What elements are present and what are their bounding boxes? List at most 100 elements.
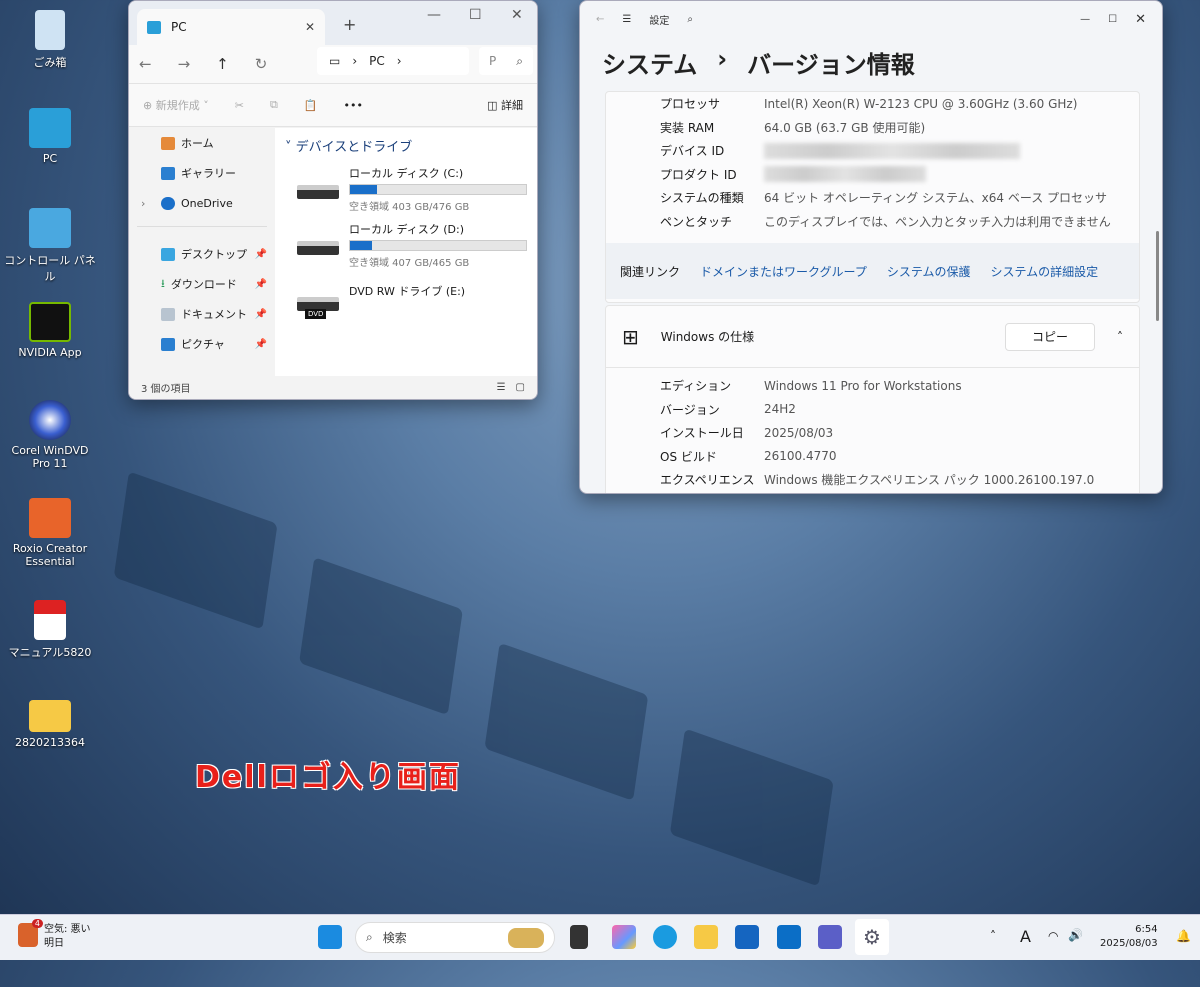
copy-icon[interactable]: ⧉ xyxy=(270,98,278,112)
back-icon[interactable]: ← xyxy=(139,55,152,73)
pdf-icon xyxy=(34,600,66,640)
folder-icon xyxy=(29,700,71,732)
tray-overflow-chevron-icon[interactable]: ˄ xyxy=(990,929,996,943)
item-count: 3 個の項目 xyxy=(141,384,191,395)
edge-icon[interactable] xyxy=(653,925,677,949)
search-icon[interactable]: ⌕ xyxy=(687,14,693,25)
copilot-icon[interactable] xyxy=(612,925,636,949)
ime-indicator[interactable]: A xyxy=(1020,927,1031,946)
forward-icon[interactable]: → xyxy=(178,55,191,73)
spec-row: バージョン 24H2 xyxy=(660,402,796,417)
teams-icon[interactable] xyxy=(818,925,842,949)
close-button[interactable]: ✕ xyxy=(511,7,523,23)
maximize-button[interactable]: ☐ xyxy=(469,7,482,23)
pin-icon: 📌 xyxy=(254,338,267,350)
content-pane: ˅ デバイスとドライブ ローカル ディスク (C:) 空き領域 403 GB/47… xyxy=(275,128,537,378)
usage-bar xyxy=(349,184,527,195)
drive-c[interactable]: ローカル ディスク (C:) 空き領域 403 GB/476 GB xyxy=(275,163,537,219)
desktop-icon-folder[interactable]: 2820213364 xyxy=(4,700,96,749)
search-highlight-icon xyxy=(508,927,544,948)
details-pane-button[interactable]: ◫ 詳細 xyxy=(487,97,523,113)
collapse-chevron-icon[interactable]: ˄ xyxy=(1117,330,1123,344)
link-advanced-settings[interactable]: システムの詳細設定 xyxy=(990,263,1098,280)
desktop-icon-windvd[interactable]: Corel WinDVD Pro 11 xyxy=(4,400,96,470)
document-icon xyxy=(161,307,175,321)
spec-row: OS ビルド 26100.4770 xyxy=(660,449,837,464)
store-icon[interactable] xyxy=(735,925,759,949)
desktop-icon xyxy=(161,247,175,261)
spec-row: エクスペリエンス Windows 機能エクスペリエンス パック 1000.2610… xyxy=(660,473,1095,488)
menu-icon[interactable]: ☰ xyxy=(622,14,631,25)
scrollbar[interactable] xyxy=(1156,231,1159,321)
list-view-icon[interactable]: ☰ xyxy=(497,382,506,393)
breadcrumb-pc[interactable]: PC xyxy=(369,54,385,68)
desktop-icon-nvidia[interactable]: NVIDIA App xyxy=(4,302,96,359)
spec-row: システムの種類 64 ビット オペレーティング システム、x64 ベース プロセッ… xyxy=(660,191,1108,206)
task-view-icon[interactable] xyxy=(570,925,588,949)
redacted-product-id xyxy=(764,166,926,183)
sidebar-item-onedrive[interactable]: › OneDrive xyxy=(129,188,275,218)
sidebar-item-home[interactable]: ホーム xyxy=(129,128,275,158)
desktop-icon-control-panel[interactable]: コントロール パネル xyxy=(4,208,96,284)
new-tab-button[interactable]: + xyxy=(343,15,356,34)
minimize-button[interactable]: — xyxy=(1080,14,1090,25)
desktop-icon-roxio[interactable]: Roxio Creator Essential xyxy=(4,498,96,568)
hard-drive-icon xyxy=(297,165,339,199)
refresh-icon[interactable]: ↻ xyxy=(255,55,268,73)
settings-taskbar-icon[interactable]: ⚙ xyxy=(855,919,889,955)
new-button[interactable]: ⊕ 新規作成 ˅ xyxy=(143,97,209,113)
expand-chevron-icon[interactable]: › xyxy=(141,197,155,210)
breadcrumb-system[interactable]: システム xyxy=(602,45,697,91)
sidebar-item-gallery[interactable]: ギャラリー xyxy=(129,158,275,188)
link-domain-workgroup[interactable]: ドメインまたはワークグループ xyxy=(700,263,867,280)
outlook-icon[interactable] xyxy=(777,925,801,949)
sidebar-item-desktop[interactable]: デスクトップ 📌 xyxy=(129,239,275,269)
file-explorer-icon[interactable] xyxy=(694,925,718,949)
recycle-bin-icon xyxy=(35,10,65,50)
minimize-button[interactable]: — xyxy=(427,7,441,23)
close-tab-icon[interactable]: ✕ xyxy=(305,20,315,34)
drive-e[interactable]: DVD DVD RW ドライブ (E:) xyxy=(275,275,537,319)
drive-d[interactable]: ローカル ディスク (D:) 空き領域 407 GB/465 GB xyxy=(275,219,537,275)
divider xyxy=(137,226,267,227)
pin-icon: 📌 xyxy=(254,278,267,290)
address-bar[interactable]: ▭ › PC › xyxy=(317,47,469,75)
sidebar-item-pictures[interactable]: ピクチャ 📌 xyxy=(129,329,275,359)
spec-row: 実装 RAM 64.0 GB (63.7 GB 使用可能) xyxy=(660,120,926,135)
volume-icon[interactable]: 🔊 xyxy=(1068,928,1083,942)
page-title: システム › バージョン情報 xyxy=(580,37,1162,91)
maximize-button[interactable]: ☐ xyxy=(1108,14,1117,25)
cut-icon[interactable]: ✂ xyxy=(235,99,244,112)
sidebar-item-documents[interactable]: ドキュメント 📌 xyxy=(129,299,275,329)
spec-row: プロセッサ Intel(R) Xeon(R) W-2123 CPU @ 3.60G… xyxy=(660,96,1078,112)
tab-pc[interactable]: PC ✕ xyxy=(137,9,325,45)
weather-widget[interactable]: 4 空気: 悪い 明日 xyxy=(18,919,91,951)
copy-button[interactable]: コピー xyxy=(1005,322,1095,351)
group-header-devices[interactable]: ˅ デバイスとドライブ xyxy=(275,128,537,163)
desktop-icon-manual-pdf[interactable]: マニュアル5820 xyxy=(4,600,96,660)
navigation-pane: ホーム ギャラリー › OneDrive デスクトップ 📌 ⭳ ダウンロード 📌 ドキュ… xyxy=(129,128,275,378)
sidebar-item-downloads[interactable]: ⭳ ダウンロード 📌 xyxy=(129,269,275,299)
desktop-icon-recycle-bin[interactable]: ごみ箱 xyxy=(4,10,96,70)
spec-row: ペンとタッチ このディスプレイでは、ペン入力とタッチ入力は利用できません xyxy=(660,214,1111,229)
windows-logo-icon: ⊞ xyxy=(622,324,639,349)
start-button[interactable] xyxy=(318,925,342,949)
taskbar-search[interactable]: ⌕ 検索 xyxy=(355,922,555,953)
paste-icon[interactable]: 📋 xyxy=(304,99,318,112)
windows-specs-card: ⊞ Windows の仕様 コピー ˄ エディション Windows 11 Pro fo… xyxy=(605,305,1140,493)
link-system-protection[interactable]: システムの保護 xyxy=(887,263,971,280)
more-button[interactable]: ••• xyxy=(344,99,363,112)
up-icon[interactable]: ↑ xyxy=(216,55,229,73)
settings-window: ← ☰ 設定 ⌕ — ☐ ✕ システム › バージョン情報 プロセッサ Intel(R) Xeo… xyxy=(579,0,1163,494)
spec-row: エディション Windows 11 Pro for Workstations xyxy=(660,378,962,394)
clock[interactable]: 6:54 2025/08/03 xyxy=(1100,923,1158,951)
notification-bell-icon[interactable]: 🔔 xyxy=(1176,929,1191,943)
close-button[interactable]: ✕ xyxy=(1135,12,1146,27)
pictures-icon xyxy=(161,337,175,351)
search-icon: ⌕ xyxy=(366,930,373,944)
tiles-view-icon[interactable]: ▢ xyxy=(516,382,525,393)
desktop-icon-pc[interactable]: PC xyxy=(4,108,96,165)
back-icon[interactable]: ← xyxy=(596,14,604,25)
search-input[interactable]: P ⌕ xyxy=(479,47,533,75)
wifi-icon[interactable]: ◠ xyxy=(1048,929,1058,943)
